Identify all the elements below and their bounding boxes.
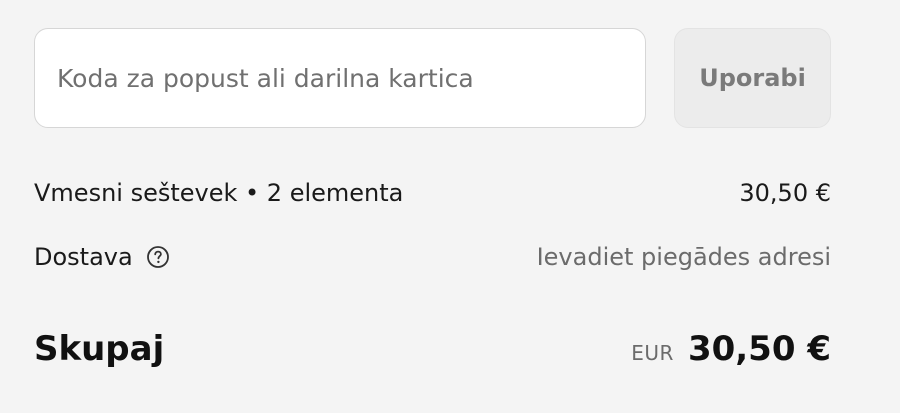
question-circle-icon[interactable]: [145, 244, 171, 270]
shipping-label: Dostava: [34, 243, 133, 271]
shipping-row: Dostava Ievadiet piegādes adresi: [34, 236, 831, 278]
subtotal-amount: 30,50 €: [739, 179, 831, 207]
subtotal-label: Vmesni seštevek • 2 elementa: [34, 179, 404, 207]
currency-code: EUR: [631, 341, 674, 365]
shipping-label-group: Dostava: [34, 243, 171, 271]
total-amount-group: EUR 30,50 €: [631, 329, 831, 369]
discount-code-row: Uporabi: [34, 28, 831, 128]
apply-discount-button[interactable]: Uporabi: [674, 28, 831, 128]
total-amount: 30,50 €: [687, 329, 831, 369]
total-label: Skupaj: [34, 329, 165, 369]
order-summary: Uporabi Vmesni seštevek • 2 elementa 30,…: [0, 0, 900, 413]
discount-code-input[interactable]: [34, 28, 646, 128]
subtotal-row: Vmesni seštevek • 2 elementa 30,50 €: [34, 172, 831, 214]
total-row: Skupaj EUR 30,50 €: [34, 322, 831, 376]
shipping-value: Ievadiet piegādes adresi: [536, 243, 831, 271]
